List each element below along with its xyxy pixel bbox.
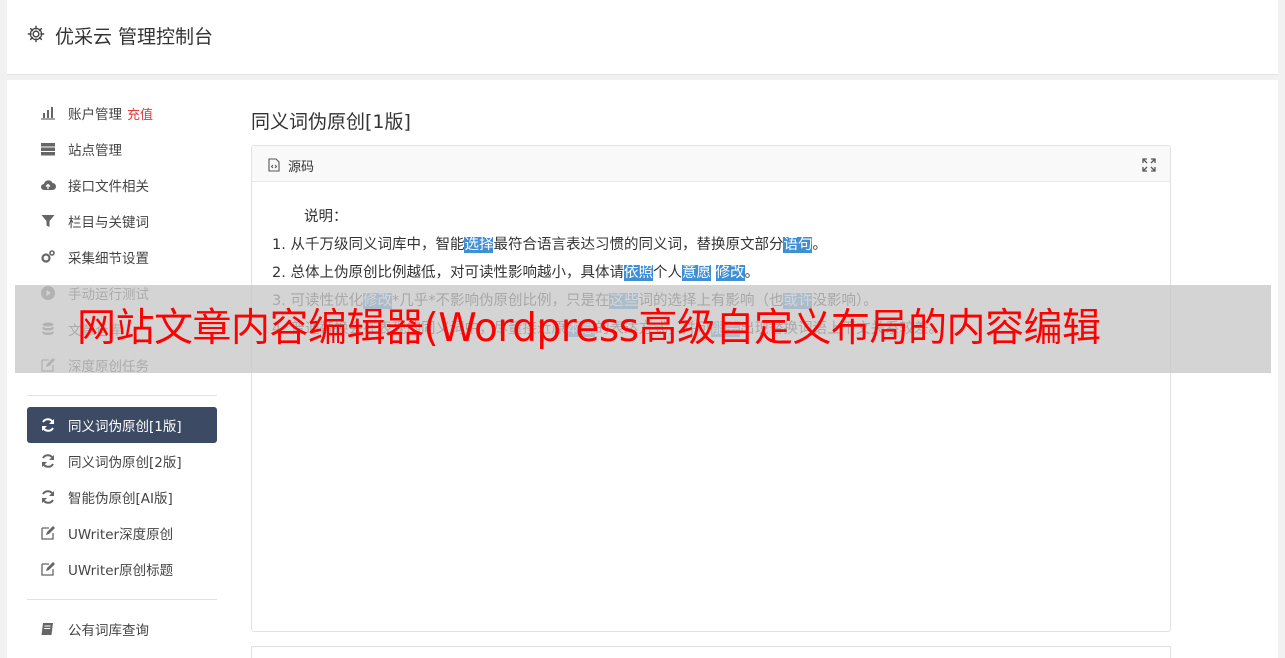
sidebar-divider [27,599,217,600]
edit-icon [39,525,57,541]
book-icon [39,621,57,637]
sidebar-item[interactable]: 正文识别演示 [27,647,217,658]
code-file-icon[interactable] [267,157,281,172]
sidebar-item-label: 站点管理 [68,143,122,159]
watermark-banner: 网站文章内容编辑器(Wordpress高级自定义布局的内容编辑 [15,285,1271,373]
sidebar-divider [27,395,217,396]
text-segment: 个人 [652,265,682,281]
sidebar-item-label: UWriter原创标题 [68,563,174,579]
filter-icon [39,213,57,229]
sidebar-item[interactable]: 公有词库查询 [27,611,217,647]
recharge-link[interactable]: 充值 [127,104,153,123]
sidebar-item-label: 栏目与关键词 [68,215,149,231]
edit-icon [39,561,57,577]
sidebar-item[interactable]: 栏目与关键词 [27,203,217,239]
intro-text: 说明： [304,209,348,225]
refresh-icon [39,453,57,469]
sidebar-item-label: 账户管理 [68,107,122,123]
text-segment: 。 [744,265,760,281]
highlighted-synonym: 修改 [715,265,745,281]
refresh-icon [39,489,57,505]
app-title: 优采云 管理控制台 [55,26,214,48]
sidebar-item-label: 同义词伪原创[1版] [68,419,182,435]
cogs-icon [39,249,57,265]
text-segment: 1. 从千万级同义词库中，智能 [272,237,465,253]
sidebar-item[interactable]: 接口文件相关 [27,167,217,203]
sidebar-item[interactable]: 账户管理 充值 [27,95,217,131]
sidebar-item-label: 智能伪原创[AI版] [68,491,173,507]
sidebar-item[interactable]: UWriter深度原创 [27,515,217,551]
highlighted-synonym: 依照 [623,265,653,281]
sidebar-item[interactable]: 同义词伪原创[1版] [27,407,217,443]
text-segment: 。 [812,237,827,253]
sidebar-item-label: 同义词伪原创[2版] [68,455,182,471]
sidebar-item[interactable]: 智能伪原创[AI版] [27,479,217,515]
sidebar-item[interactable]: UWriter原创标题 [27,551,217,587]
source-editor-panel: 源码 说明： 1. 从千万级同义词库中，智能选择最符合语言表达习惯的同义词，替换… [251,145,1171,632]
cloud-upload-icon [39,177,57,193]
server-icon [39,141,57,157]
banner-text: 网站文章内容编辑器(Wordpress高级自定义布局的内容编辑 [77,306,1101,351]
page-title: 同义词伪原创[1版] [251,111,411,133]
highlighted-synonym: 选择 [464,237,494,253]
gear-icon [27,25,45,43]
refresh-icon [39,417,57,433]
sidebar-item-label: 接口文件相关 [68,179,149,195]
source-button-label[interactable]: 源码 [288,156,314,175]
bar-chart-icon [39,105,57,121]
description-line: 2. 总体上伪原创比例越低，对可读性影响越小，具体请依照个人意愿 修改。 [272,259,1150,287]
text-segment: 最符合语言表达习惯的同义词，替换原文部分 [493,237,784,253]
description-line: 1. 从千万级同义词库中，智能选择最符合语言表达习惯的同义词，替换原文部分语句。 [272,231,1150,259]
sidebar-item[interactable]: 站点管理 [27,131,217,167]
text-segment [711,265,716,281]
highlighted-synonym: 意愿 [681,265,711,281]
sidebar-item-label: 公有词库查询 [68,623,149,639]
panel-header: 源码 [252,146,1170,182]
sidebar-item-label: UWriter深度原创 [68,527,174,543]
sidebar: 账户管理充值站点管理接口文件相关栏目与关键词采集细节设置手动运行测试文章仓库深度… [27,95,217,658]
sidebar-item[interactable]: 同义词伪原创[2版] [27,443,217,479]
sidebar-item-label: 采集细节设置 [68,251,149,267]
sidebar-item[interactable]: 采集细节设置 [27,239,217,275]
highlighted-synonym: 语句 [783,237,813,253]
text-segment: 2. 总体上伪原创比例越低，对可读性影响越小，具体请 [272,265,624,281]
fullscreen-icon[interactable] [1142,157,1156,172]
second-panel [251,646,1171,658]
top-header: 优采云 管理控制台 [7,0,1278,75]
